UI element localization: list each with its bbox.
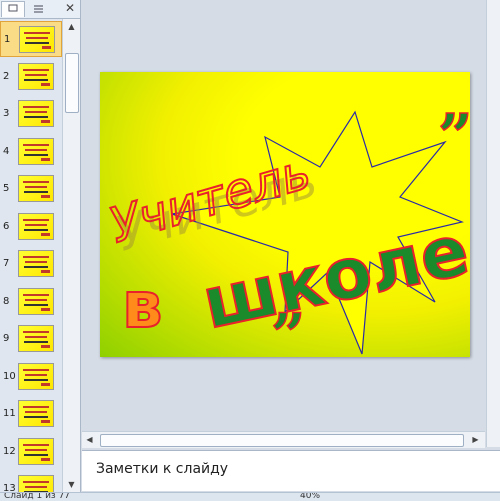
scroll-left-icon[interactable]: ◀: [82, 432, 97, 447]
slide-preview[interactable]: [18, 475, 54, 492]
slide-preview[interactable]: [18, 362, 54, 390]
quote-open: „: [272, 267, 307, 337]
horizontal-scrollbar-thumb[interactable]: [100, 434, 464, 447]
slide-artwork: Учитель Учитель в школе „ ”: [103, 101, 470, 355]
scroll-up-icon[interactable]: ▲: [64, 19, 79, 34]
in-word: в: [122, 269, 163, 343]
slide-thumbnail[interactable]: 8: [0, 284, 62, 320]
slide-thumbnail[interactable]: 7: [0, 246, 62, 282]
slide-preview[interactable]: [18, 325, 54, 352]
slide-preview[interactable]: [18, 400, 54, 427]
slide-number: 9: [3, 333, 10, 344]
scrollbar-thumb[interactable]: [65, 53, 79, 113]
slide-vertical-scrollbar[interactable]: [486, 0, 500, 447]
panel-scrollbar[interactable]: ▲ ▼: [62, 19, 80, 492]
slide-preview[interactable]: [18, 287, 54, 315]
slide-number: 12: [3, 445, 16, 457]
slide-thumbnail[interactable]: 9: [0, 321, 62, 357]
thumbnail-list: 1 2 3 4 5 6 7 8 9 10 11 12 13: [0, 19, 62, 492]
slide-thumbnail[interactable]: 2: [0, 59, 62, 95]
scroll-down-icon[interactable]: ▼: [64, 477, 79, 492]
slide-number: 11: [3, 408, 16, 419]
slide-thumbnail[interactable]: 6: [0, 209, 62, 245]
slide-number: 5: [3, 183, 10, 194]
scroll-right-icon[interactable]: ▶: [468, 432, 483, 447]
slide-number: 3: [3, 108, 10, 119]
slide-number: 10: [3, 370, 16, 382]
slide-thumbnail[interactable]: 11: [0, 396, 62, 432]
slide-number: 1: [4, 34, 11, 45]
slide-preview[interactable]: [19, 26, 55, 53]
slide-number: 2: [3, 70, 10, 82]
slide-preview[interactable]: [18, 437, 54, 465]
slide-horizontal-scrollbar[interactable]: ◀ ▶: [82, 431, 485, 448]
notes-placeholder[interactable]: Заметки к слайду: [96, 461, 228, 477]
slides-tab[interactable]: [1, 1, 25, 17]
notes-pane[interactable]: Заметки к слайду: [82, 450, 500, 491]
slide-preview[interactable]: [18, 62, 54, 90]
slide-preview[interactable]: [18, 175, 54, 202]
slide-thumbnail[interactable]: 13: [0, 471, 62, 492]
close-icon[interactable]: ✕: [64, 2, 76, 14]
slide-thumbnail[interactable]: 5: [0, 171, 62, 207]
slides-panel: ✕ 1 2 3 4 5 6 7 8 9 10 11 12 13 ▲ ▼: [0, 0, 81, 492]
slide-thumbnail[interactable]: 4: [0, 134, 62, 170]
slide-number: 13: [3, 483, 16, 492]
slides-view-icon: [8, 4, 18, 12]
slide-thumbnail[interactable]: 1: [0, 21, 62, 57]
slide-preview[interactable]: [18, 100, 54, 127]
slide-number: 6: [3, 220, 10, 232]
outline-view-icon: [34, 5, 43, 13]
slide-preview[interactable]: [18, 250, 54, 277]
slide-number: 7: [3, 258, 10, 269]
slide-number: 4: [3, 145, 10, 157]
slide-preview[interactable]: [18, 212, 54, 240]
slide-editing-area: Учитель Учитель в школе „ ”: [82, 0, 500, 430]
slide-thumbnail[interactable]: 12: [0, 434, 62, 470]
outline-tab[interactable]: [26, 1, 50, 18]
panel-tabs: ✕: [0, 0, 80, 19]
current-slide[interactable]: Учитель Учитель в школе „ ”: [100, 72, 470, 357]
slide-preview[interactable]: [18, 137, 54, 165]
slide-number: 8: [3, 295, 10, 307]
slide-thumbnail[interactable]: 10: [0, 359, 62, 395]
slide-thumbnail[interactable]: 3: [0, 96, 62, 132]
quote-close: ”: [438, 102, 470, 172]
